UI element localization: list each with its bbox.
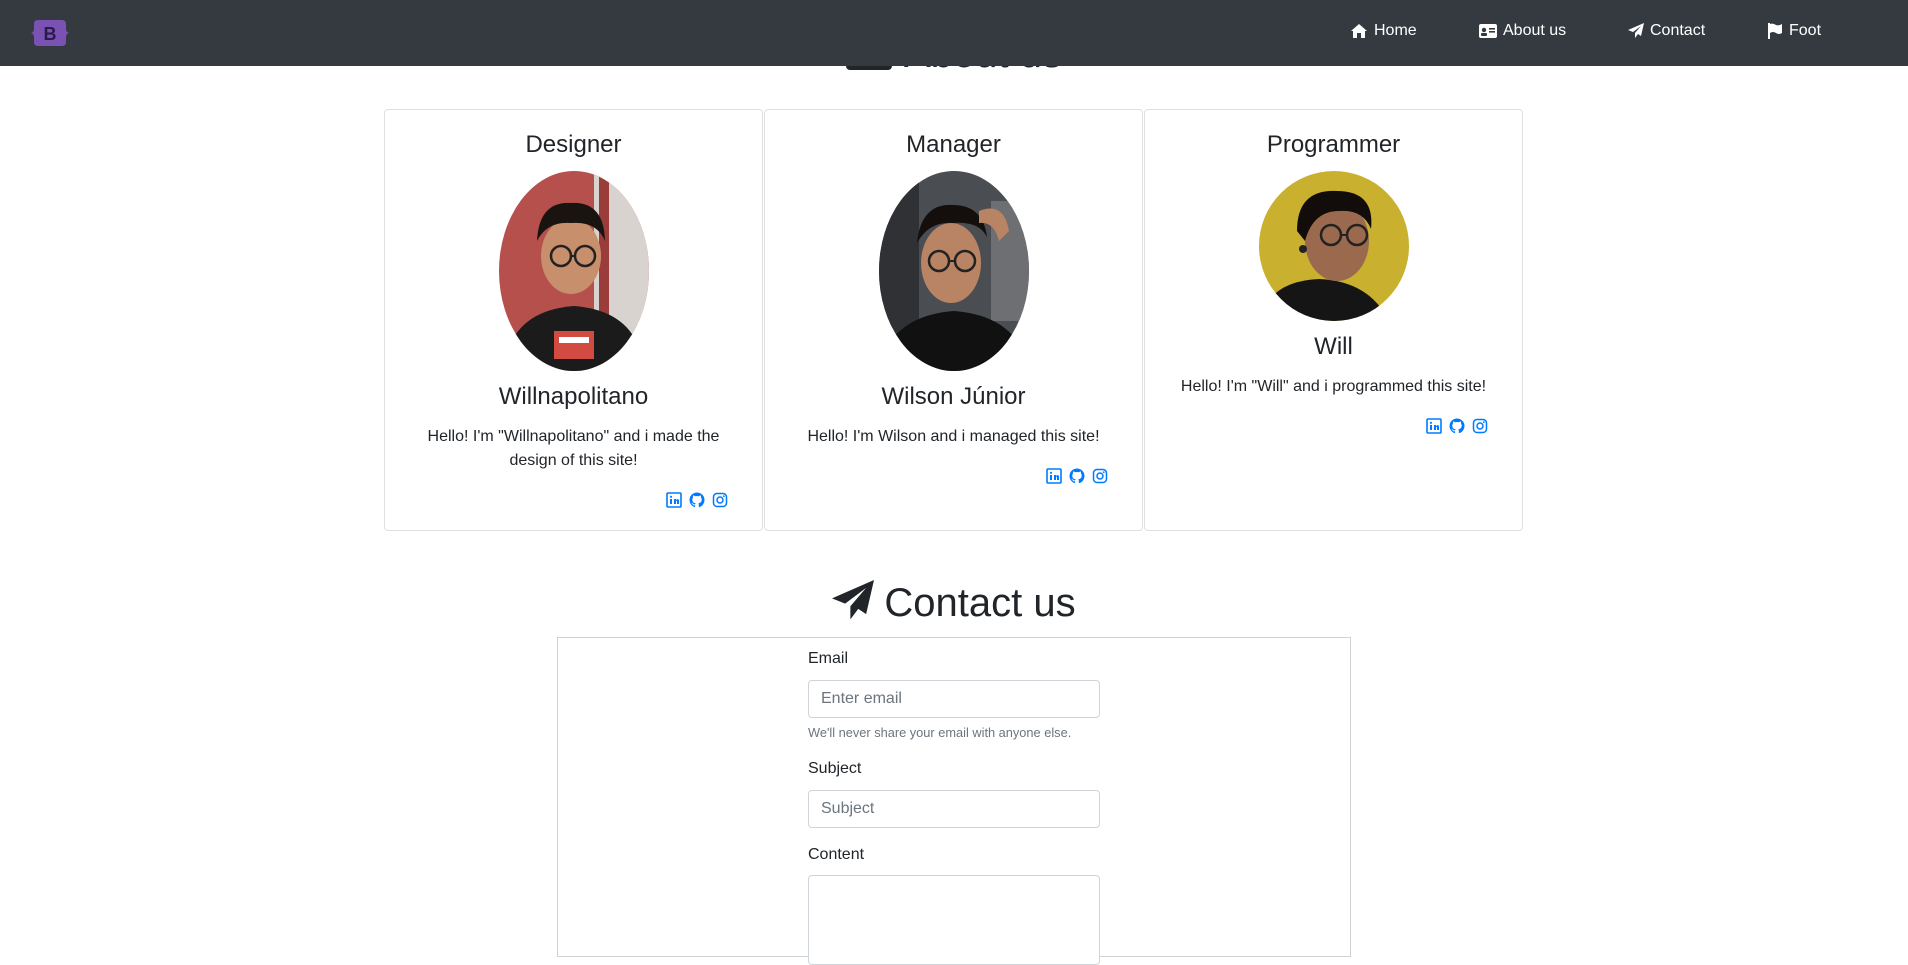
contact-heading: Contact us <box>0 580 1908 632</box>
profile-photo <box>878 171 1029 371</box>
instagram-icon[interactable] <box>1092 468 1108 484</box>
card-role: Manager <box>906 131 1001 158</box>
flag-icon <box>1768 23 1782 39</box>
nav-foot-label: Foot <box>1789 22 1822 39</box>
team-card-manager: Manager Wilson Júnior Hello! I'm Wilson … <box>764 109 1143 531</box>
instagram-icon[interactable] <box>712 492 728 508</box>
nav-about-label: About us <box>1503 22 1567 39</box>
nav-contact-label: Contact <box>1650 22 1706 39</box>
card-description: Hello! I'm "Willnapolitano" and i made t… <box>427 428 720 469</box>
profile-photo <box>498 171 649 371</box>
nav-home-label: Home <box>1374 22 1417 39</box>
github-icon[interactable] <box>1449 418 1465 434</box>
team-card-designer: Designer Willnapolitano Hello! I'm "Will… <box>384 109 763 531</box>
team-card-programmer: Programmer Will Hello! I'm "Will" and i … <box>1144 109 1523 531</box>
instagram-icon[interactable] <box>1472 418 1488 434</box>
content-textarea[interactable] <box>808 875 1100 965</box>
nav-contact-link[interactable]: Contact <box>1628 22 1705 40</box>
linkedin-icon[interactable] <box>666 492 682 508</box>
navbar: B Home About us Contact Foot <box>0 0 1908 66</box>
contact-heading-text: Contact us <box>884 581 1076 625</box>
card-description: Hello! I'm Wilson and i managed this sit… <box>807 428 1100 445</box>
social-links <box>1046 468 1108 484</box>
card-name: Wilson Júnior <box>881 383 1026 410</box>
nav-home-link[interactable]: Home <box>1350 22 1417 40</box>
social-links <box>666 492 728 508</box>
nav-foot-link[interactable]: Foot <box>1767 22 1821 40</box>
card-description: Hello! I'm "Will" and i programmed this … <box>1180 378 1487 395</box>
email-help-text: We'll never share your email with anyone… <box>808 725 1072 740</box>
card-name: Will <box>1314 333 1353 360</box>
id-card-icon <box>1479 24 1497 38</box>
brand-letter: B <box>44 24 57 44</box>
linkedin-icon[interactable] <box>1426 418 1442 434</box>
card-role: Designer <box>525 131 622 158</box>
paper-plane-icon <box>832 580 875 632</box>
subject-label: Subject <box>808 760 862 777</box>
paper-plane-icon <box>1628 23 1644 38</box>
email-label: Email <box>808 650 849 667</box>
card-name: Willnapolitano <box>498 383 649 410</box>
social-links <box>1426 418 1488 434</box>
bootstrap-logo[interactable]: B <box>30 17 70 49</box>
subject-field[interactable] <box>808 790 1100 828</box>
github-icon[interactable] <box>689 492 705 508</box>
github-icon[interactable] <box>1069 468 1085 484</box>
home-icon <box>1351 24 1367 38</box>
linkedin-icon[interactable] <box>1046 468 1062 484</box>
content-label: Content <box>808 846 865 863</box>
profile-photo <box>1258 171 1409 321</box>
email-field[interactable] <box>808 680 1100 718</box>
nav-about-link[interactable]: About us <box>1479 22 1566 40</box>
card-role: Programmer <box>1266 131 1401 158</box>
